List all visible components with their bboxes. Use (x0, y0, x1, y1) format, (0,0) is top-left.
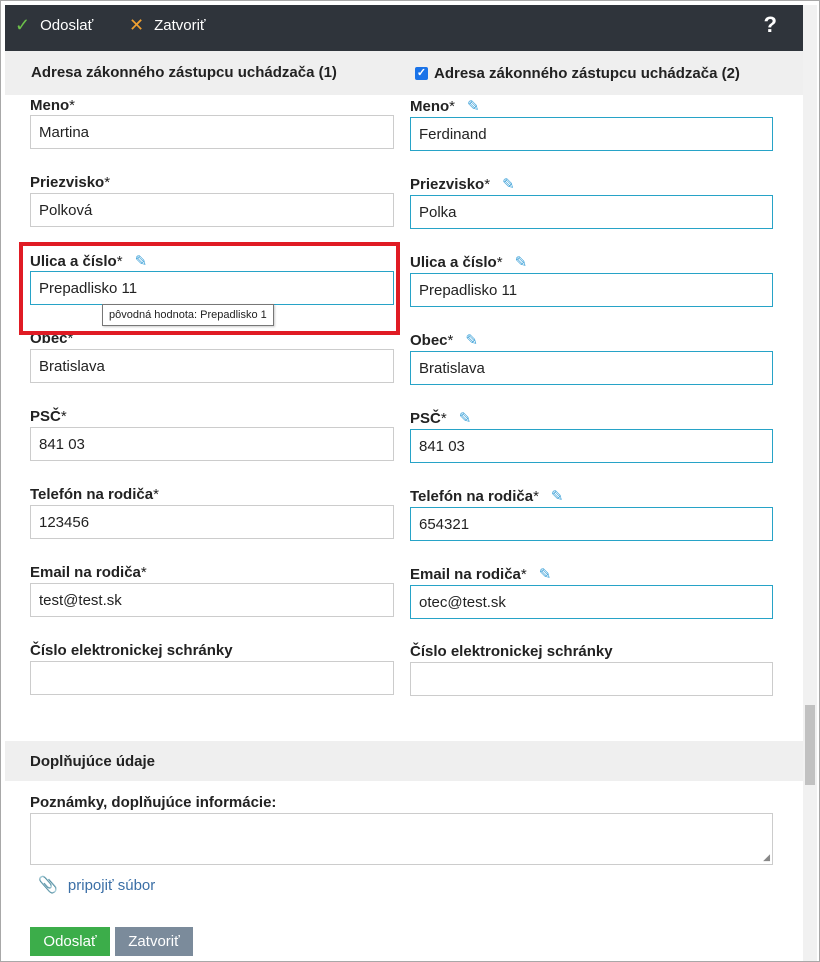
right-priezvisko-label: Priezvisko* ✎ (410, 176, 515, 193)
left-telefon-input[interactable]: 123456 (30, 505, 394, 539)
form-content: Adresa zákonného zástupcu uchádzača (1) … (5, 51, 803, 961)
extra-section-header: Doplňujúce údaje (5, 741, 803, 781)
right-psc-label: PSČ* ✎ (410, 410, 472, 427)
extra-section-title: Doplňujúce údaje (30, 752, 156, 770)
close-icon: ✕ (129, 14, 145, 35)
notes-textarea[interactable]: ◢ (30, 813, 773, 865)
left-meno-label: Meno* (30, 97, 76, 114)
toolbar-close-label: Zatvoriť (154, 16, 206, 34)
left-priezvisko-label: Priezvisko* (30, 174, 111, 191)
toolbar-close-button[interactable]: ✕ Zatvoriť (129, 5, 206, 45)
right-schranka-label: Číslo elektronickej schránky (410, 643, 613, 660)
scrollbar[interactable] (803, 5, 817, 961)
edit-icon: ✎ (538, 566, 552, 583)
left-schranka-label: Číslo elektronickej schránky (30, 642, 233, 659)
left-email-input[interactable]: test@test.sk (30, 583, 394, 617)
right-email-input[interactable]: otec@test.sk (410, 585, 773, 619)
notes-label: Poznámky, doplňujúce informácie: (30, 794, 277, 811)
help-icon[interactable]: ? (764, 12, 777, 38)
toolbar-send-label: Odoslať (40, 16, 94, 34)
right-ulica-input[interactable]: Prepadlisko 11 (410, 273, 773, 307)
edit-icon: ✎ (550, 488, 564, 505)
right-priezvisko-input[interactable]: Polka (410, 195, 773, 229)
paperclip-icon: 📎 (38, 877, 58, 894)
edit-icon: ✎ (467, 98, 480, 115)
right-column-title: Adresa zákonného zástupcu uchádzača (2) (434, 64, 740, 82)
resize-handle-icon[interactable]: ◢ (763, 852, 770, 863)
send-button[interactable]: Odoslať (30, 927, 110, 956)
right-psc-input[interactable]: 841 03 (410, 429, 773, 463)
left-email-label: Email na rodiča* (30, 564, 147, 581)
edit-icon: ✎ (465, 332, 478, 349)
attach-file-label: pripojiť súbor (67, 876, 156, 894)
right-meno-input[interactable]: Ferdinand (410, 117, 773, 151)
right-telefon-label: Telefón na rodiča* ✎ (410, 488, 564, 505)
left-column-header: Adresa zákonného zástupcu uchádzača (1) (5, 51, 381, 95)
right-email-label: Email na rodiča* ✎ (410, 566, 552, 583)
toolbar: ✓ Odoslať ✕ Zatvoriť ? (5, 5, 803, 51)
left-obec-input[interactable]: Bratislava (30, 349, 394, 383)
left-column-title: Adresa zákonného zástupcu uchádzača (1) (31, 64, 337, 81)
dialog-frame: ✓ Odoslať ✕ Zatvoriť ? Adresa zákonného … (0, 0, 820, 962)
right-obec-input[interactable]: Bratislava (410, 351, 773, 385)
left-psc-input[interactable]: 841 03 (30, 427, 394, 461)
original-value-tooltip: pôvodná hodnota: Prepadlisko 1 (102, 304, 274, 326)
enable-checkbox[interactable]: ✓ (415, 66, 428, 80)
right-telefon-input[interactable]: 654321 (410, 507, 773, 541)
edit-icon: ✎ (458, 410, 472, 427)
attach-file-link[interactable]: 📎 pripojiť súbor (38, 875, 155, 895)
check-icon: ✓ (15, 14, 31, 35)
scrollbar-thumb[interactable] (805, 705, 815, 785)
left-psc-label: PSČ* (30, 408, 67, 425)
right-schranka-input[interactable] (410, 662, 773, 696)
edit-icon: ✎ (502, 176, 515, 193)
left-priezvisko-input[interactable]: Polková (30, 193, 394, 227)
left-meno-input[interactable]: Martina (30, 115, 394, 149)
left-schranka-input[interactable] (30, 661, 394, 695)
right-column-header: ✓ Adresa zákonného zástupcu uchádzača (2… (381, 51, 803, 95)
right-obec-label: Obec* ✎ (410, 332, 478, 349)
right-meno-label: Meno* ✎ (410, 98, 480, 115)
edit-icon: ✎ (514, 254, 528, 271)
right-ulica-label: Ulica a číslo* ✎ (410, 254, 528, 271)
toolbar-send-button[interactable]: ✓ Odoslať (15, 5, 93, 45)
left-telefon-label: Telefón na rodiča* (30, 486, 159, 503)
close-button[interactable]: Zatvoriť (115, 927, 193, 956)
